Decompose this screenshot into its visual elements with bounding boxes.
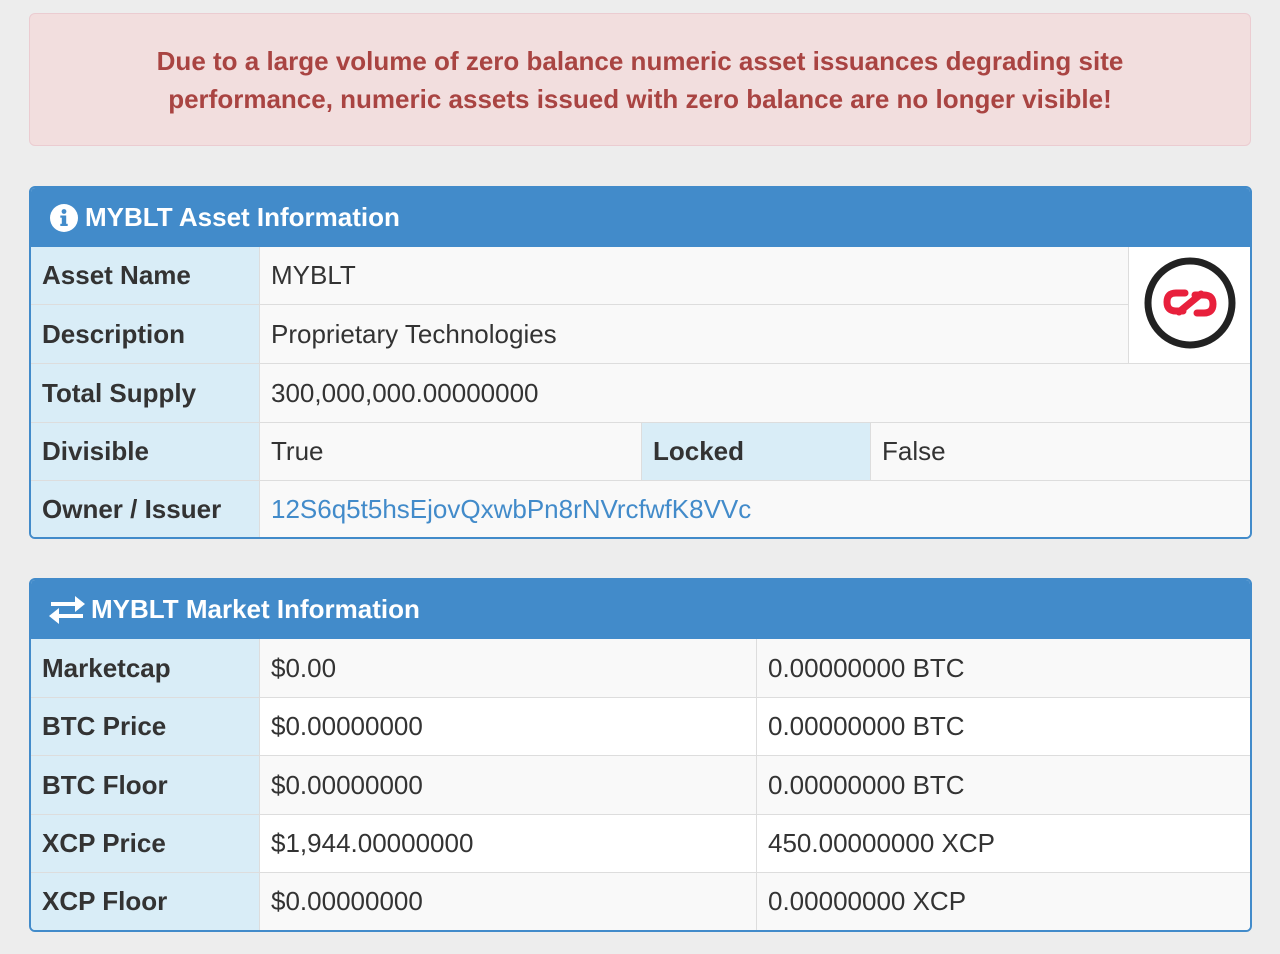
asset-logo-cell (1129, 247, 1250, 364)
zero-balance-alert: Due to a large volume of zero balance nu… (29, 13, 1251, 146)
description-label: Description (31, 305, 260, 364)
asset-panel-title: MYBLT Asset Information (85, 202, 400, 232)
divisible-value: True (260, 423, 642, 481)
marketcap-label: Marketcap (31, 639, 260, 698)
btc-price-btc-value: 0.00000000 BTC (757, 698, 1250, 756)
xcp-price-xcp-value: 450.00000000 XCP (757, 815, 1250, 873)
page: Due to a large volume of zero balance nu… (0, 0, 1280, 954)
asset-info-table: Asset Name MYBLT Description Proprietary… (31, 247, 1250, 537)
asset-name-value: MYBLT (260, 247, 1129, 305)
divisible-label: Divisible (31, 423, 260, 481)
market-information-panel: MYBLT Market Information Marketcap $0.00… (29, 578, 1252, 932)
owner-issuer-label: Owner / Issuer (31, 481, 260, 537)
asset-name-label: Asset Name (31, 247, 260, 305)
xcp-floor-label: XCP Floor (31, 873, 260, 930)
xcp-floor-usd-value: $0.00000000 (260, 873, 757, 930)
market-panel-heading: MYBLT Market Information (31, 580, 1250, 639)
locked-label: Locked (642, 423, 871, 481)
xcp-price-label: XCP Price (31, 815, 260, 873)
owner-issuer-address-link[interactable]: 12S6q5t5hsEjovQxwbPn8rNVrcfwfK8VVc (260, 481, 1250, 537)
btc-price-label: BTC Price (31, 698, 260, 756)
exchange-arrows-icon (49, 595, 85, 624)
market-info-table: Marketcap $0.00 0.00000000 BTC BTC Price… (31, 639, 1250, 930)
marketcap-usd-value: $0.00 (260, 639, 757, 698)
btc-floor-btc-value: 0.00000000 BTC (757, 756, 1250, 815)
market-panel-title: MYBLT Market Information (91, 594, 420, 624)
xcp-floor-xcp-value: 0.00000000 XCP (757, 873, 1250, 930)
asset-information-panel: MYBLT Asset Information Asset Name MYBLT… (29, 186, 1252, 539)
info-circle-icon (49, 203, 79, 233)
total-supply-label: Total Supply (31, 364, 260, 423)
marketcap-btc-value: 0.00000000 BTC (757, 639, 1250, 698)
xcp-price-usd-value: $1,944.00000000 (260, 815, 757, 873)
total-supply-value: 300,000,000.00000000 (260, 364, 1250, 423)
btc-floor-label: BTC Floor (31, 756, 260, 815)
asset-panel-heading: MYBLT Asset Information (31, 188, 1250, 247)
alert-message: Due to a large volume of zero balance nu… (156, 45, 1124, 114)
description-value: Proprietary Technologies (260, 305, 1129, 364)
counterparty-logo-icon (1143, 256, 1237, 355)
btc-price-usd-value: $0.00000000 (260, 698, 757, 756)
btc-floor-usd-value: $0.00000000 (260, 756, 757, 815)
locked-value: False (871, 423, 1250, 481)
